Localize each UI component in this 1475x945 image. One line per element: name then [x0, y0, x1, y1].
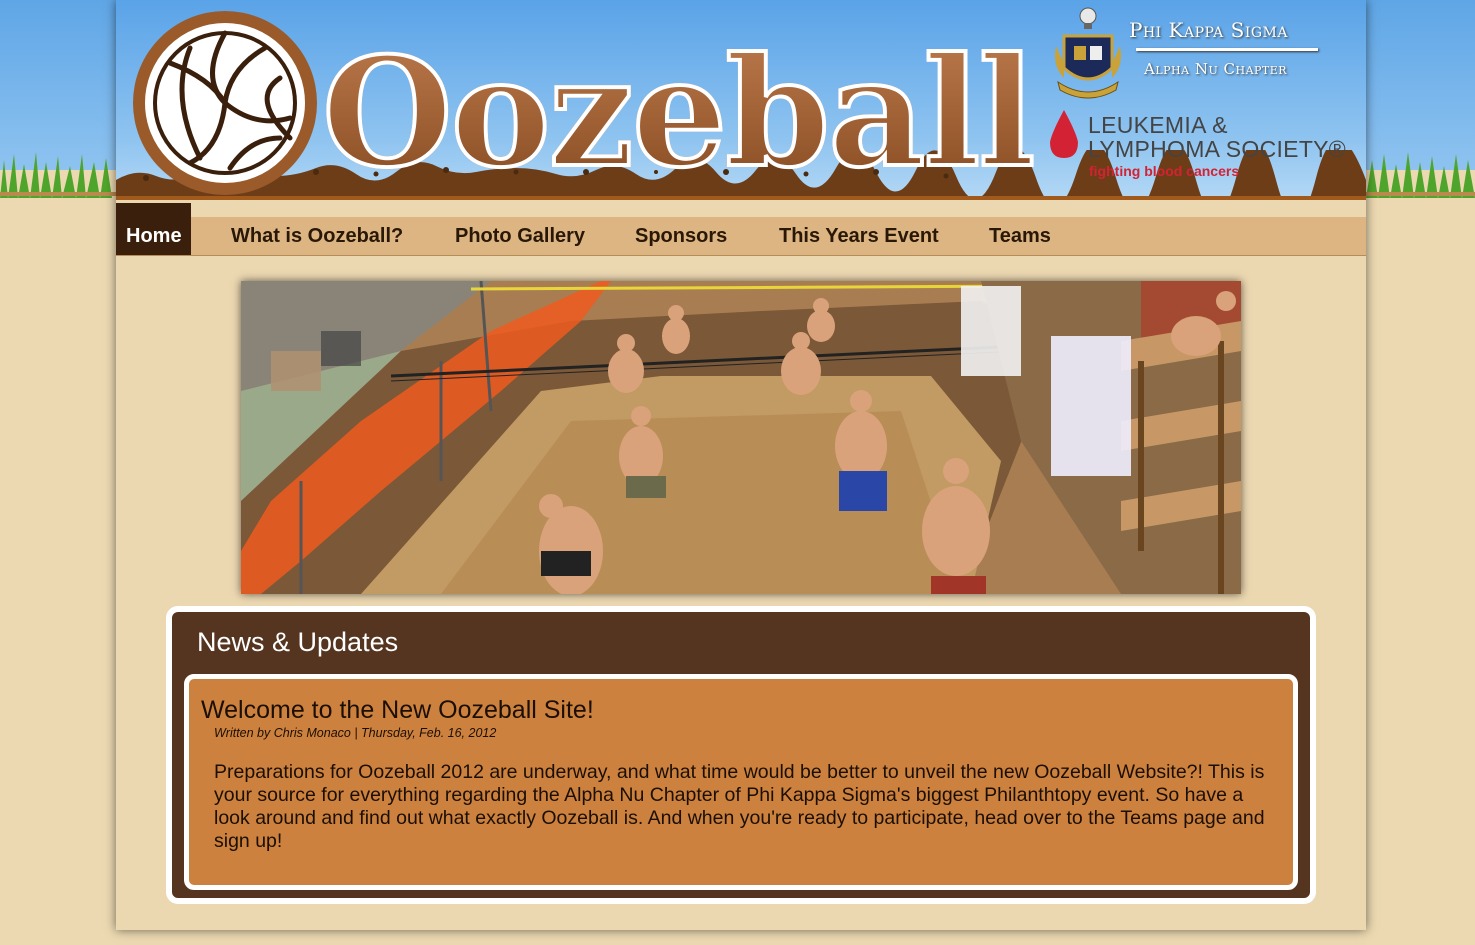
nav-what-is-oozeball[interactable]: What is Oozeball?: [231, 217, 403, 255]
chapter-name: Alpha Nu Chapter: [1144, 60, 1288, 78]
site-header: Oozeball Phi Kappa Sigma Alpha Nu Chapte…: [116, 0, 1366, 200]
post-title: Welcome to the New Oozeball Site!: [201, 696, 594, 724]
sponsor-name-line2: LYMPHOMA SOCIETY®: [1088, 136, 1347, 162]
nav-photo-gallery[interactable]: Photo Gallery: [455, 217, 585, 255]
news-panel: News & Updates Welcome to the New Oozeba…: [166, 606, 1316, 904]
volleyball-icon: [133, 11, 317, 195]
site-logo-text: Oozeball: [320, 25, 1037, 200]
page-container: Oozeball Phi Kappa Sigma Alpha Nu Chapte…: [116, 0, 1366, 930]
sponsor-tagline: fighting blood cancers: [1089, 163, 1240, 179]
nav-this-years-event[interactable]: This Years Event: [779, 217, 939, 255]
nav-sponsors[interactable]: Sponsors: [635, 217, 727, 255]
fraternity-name: Phi Kappa Sigma: [1129, 18, 1288, 42]
post-body: Preparations for Oozeball 2012 are under…: [214, 761, 1265, 852]
post-meta: Written by Chris Monaco | Thursday, Feb.…: [214, 726, 497, 740]
nav-teams[interactable]: Teams: [989, 217, 1051, 255]
news-post: Welcome to the New Oozeball Site! Writte…: [184, 674, 1298, 890]
hero-photo: [241, 281, 1241, 594]
sponsor-name-line1: LEUKEMIA &: [1088, 112, 1228, 138]
nav-home[interactable]: Home: [116, 203, 191, 255]
main-nav: Home What is Oozeball? Photo Gallery Spo…: [116, 203, 1366, 256]
news-heading: News & Updates: [197, 627, 399, 657]
blood-drop-icon: [1050, 110, 1078, 158]
fraternity-divider: [1136, 48, 1318, 51]
